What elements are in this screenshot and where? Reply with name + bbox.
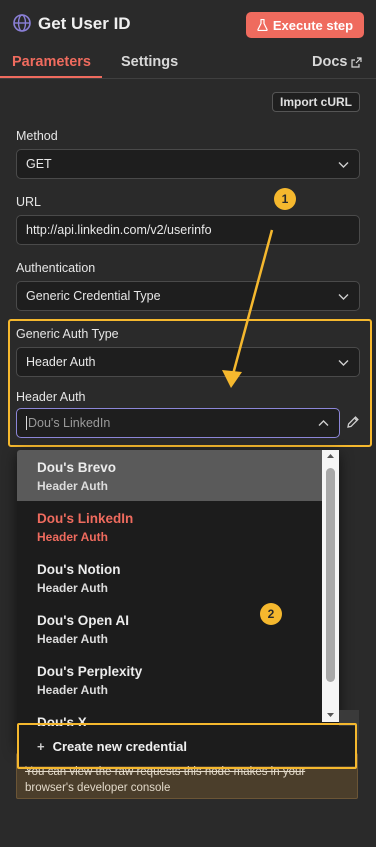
credential-option-selected[interactable]: Dou's LinkedIn Header Auth [17, 501, 323, 552]
hint-line-2: browser's developer console [25, 782, 171, 794]
scroll-up-arrow-icon[interactable] [326, 452, 335, 460]
credential-dropdown[interactable]: Dou's Brevo Header Auth Dou's LinkedIn H… [17, 450, 339, 746]
credential-option[interactable]: Dou's Notion Header Auth [17, 552, 323, 603]
scroll-down-arrow-icon[interactable] [326, 711, 335, 719]
dropdown-scrollbar-thumb[interactable] [326, 468, 335, 682]
credential-option[interactable]: Dou's Perplexity Header Auth [17, 654, 323, 705]
annotation-badge-2: 2 [260, 603, 282, 625]
credential-option[interactable]: Dou's Brevo Header Auth [17, 450, 323, 501]
highlight-box-create [17, 723, 357, 769]
